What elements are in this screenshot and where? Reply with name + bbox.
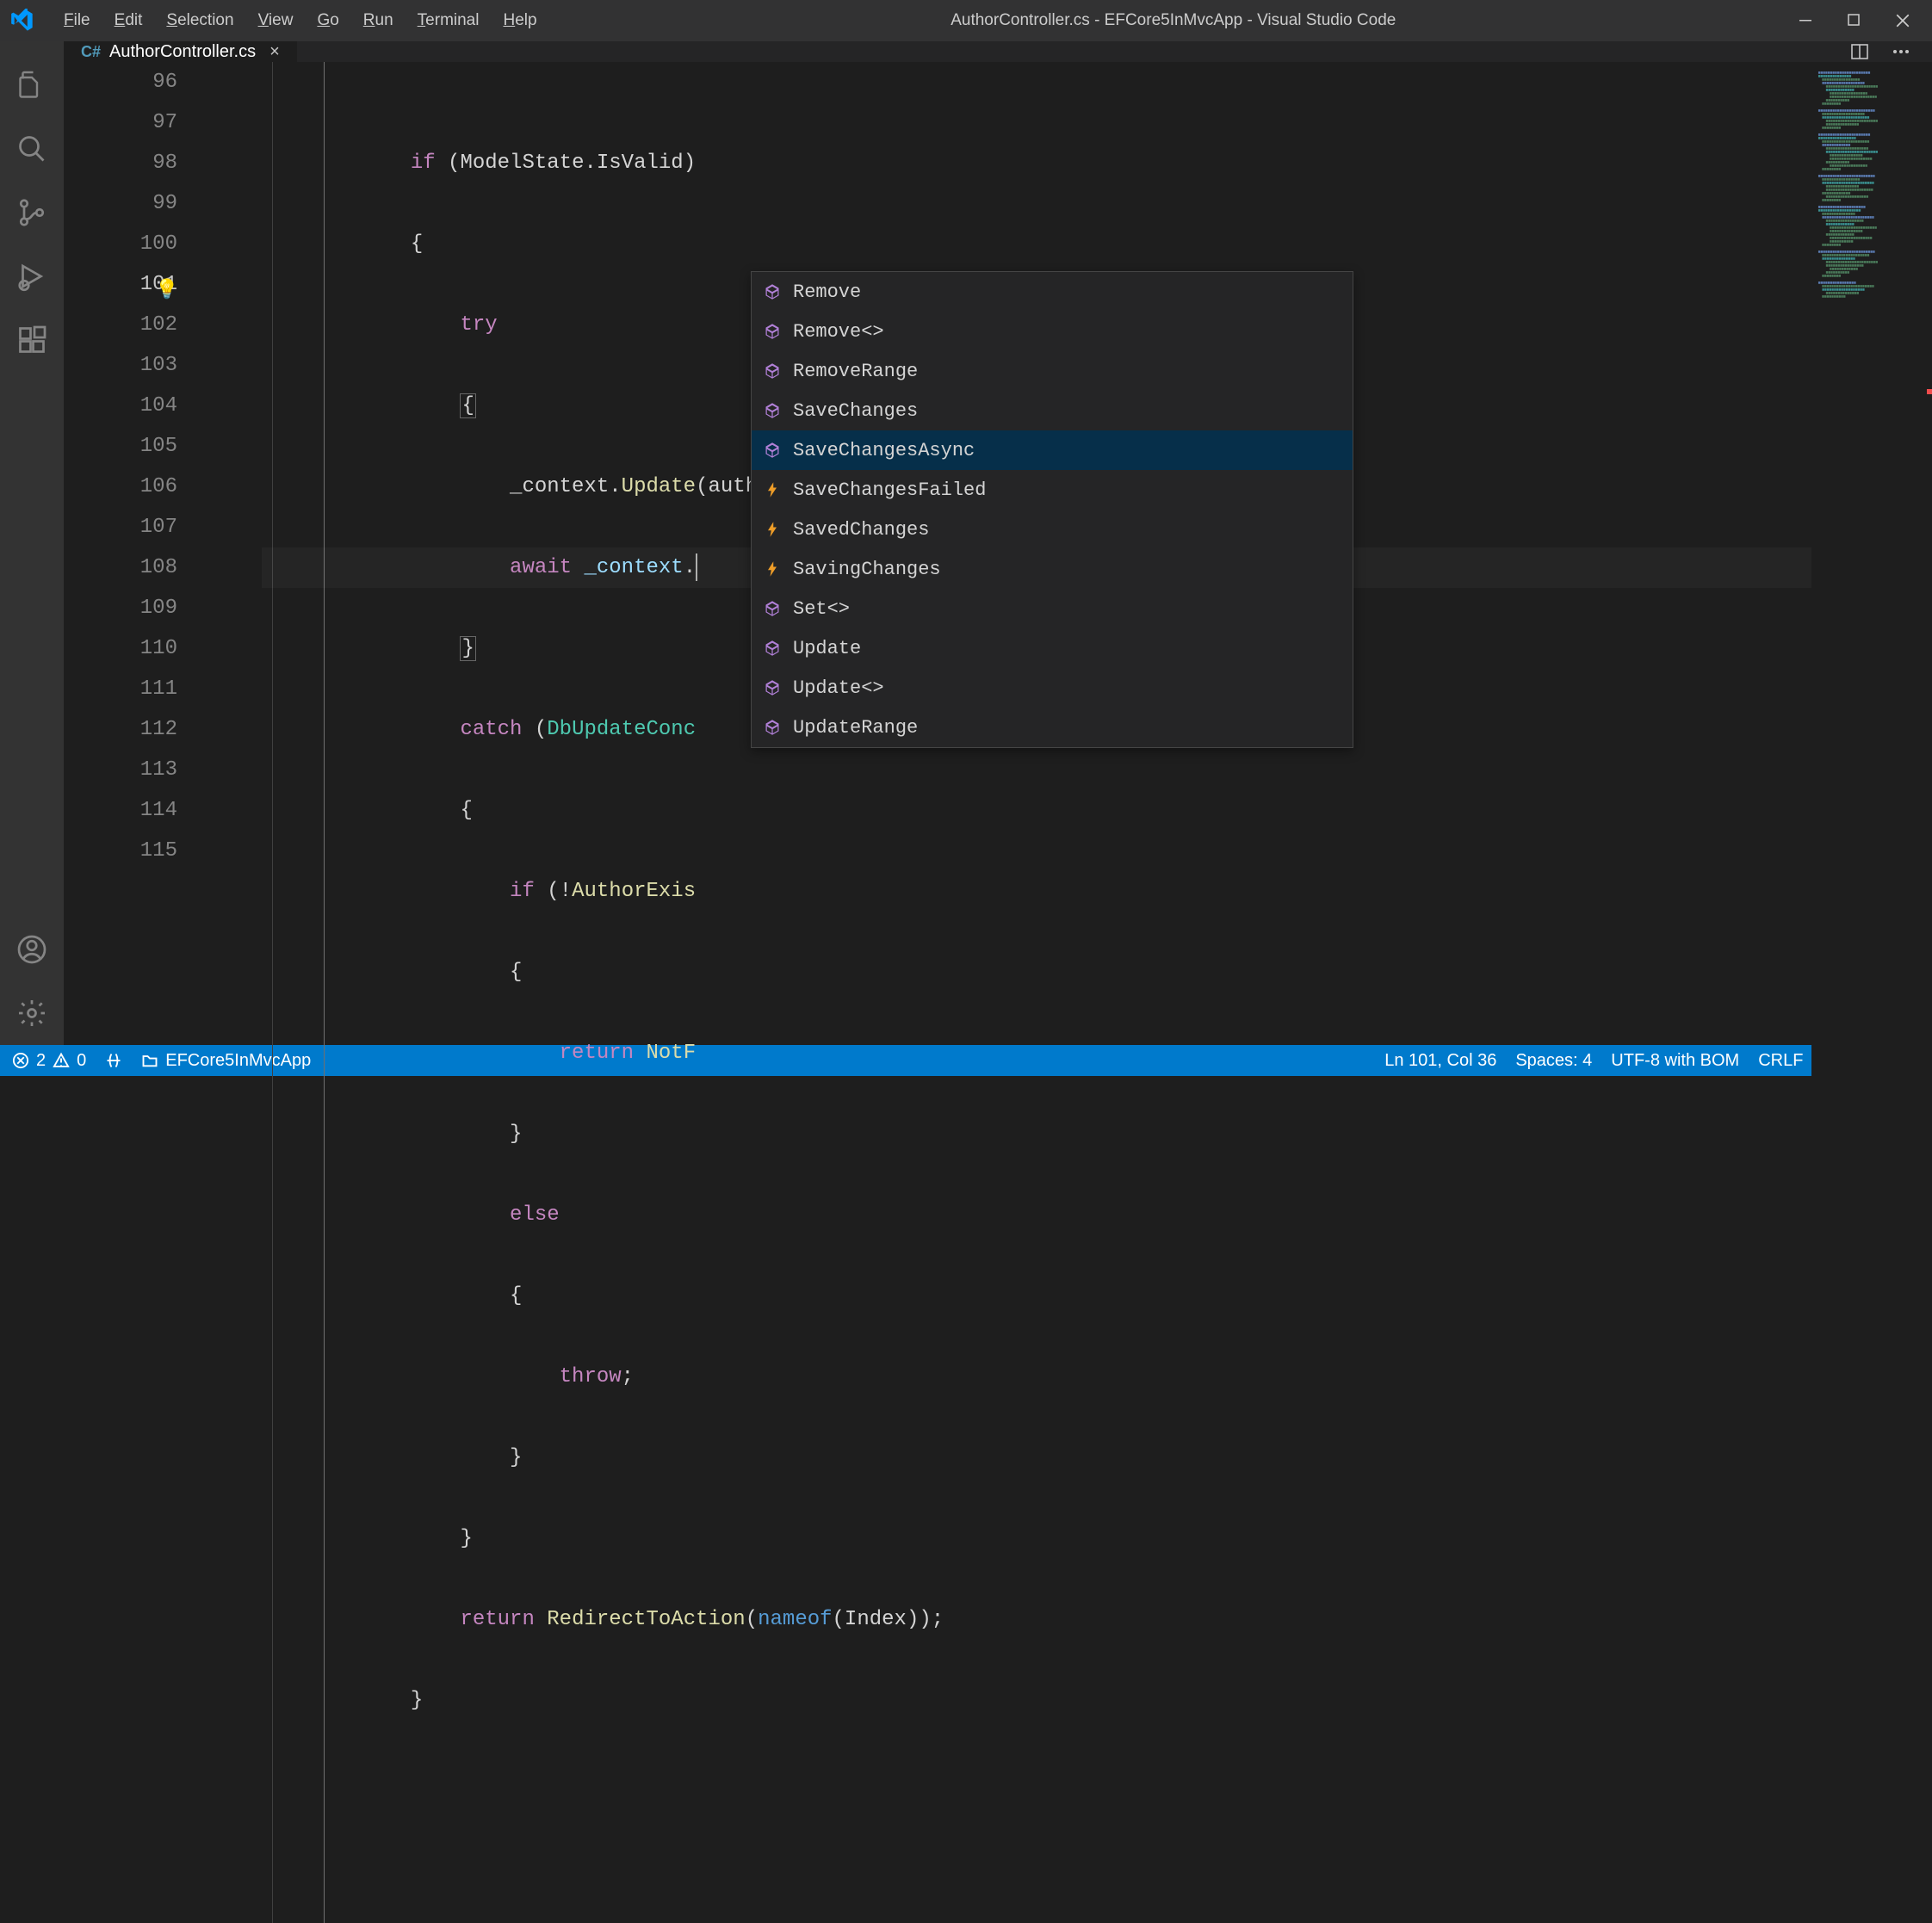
activity-bar — [0, 41, 64, 1045]
suggest-item[interactable]: SavedChanges — [752, 510, 1353, 549]
tab-close-icon[interactable]: × — [269, 42, 280, 62]
menu-view[interactable]: ViewView — [246, 6, 306, 35]
suggest-label: Update — [793, 628, 861, 669]
suggest-item[interactable]: SavingChanges — [752, 549, 1353, 589]
method-cube-icon — [762, 362, 783, 380]
suggest-label: SavedChanges — [793, 510, 929, 550]
accounts-icon[interactable] — [0, 918, 64, 981]
menu-terminal[interactable]: TerminalTerminal — [406, 6, 492, 35]
window-controls — [1798, 12, 1922, 29]
minimap[interactable]: ▆▆▆▆▆▆▆▆▆▆▆▆▆▆▆▆▆▆▆▆▆▆ ▆▆▆▆▆▆▆▆▆▆▆▆▆▆ ▆▆… — [1811, 62, 1932, 1923]
tab-authorcontroller[interactable]: C# AuthorController.cs × — [64, 41, 298, 62]
suggest-item[interactable]: Update — [752, 628, 1353, 668]
menu-help[interactable]: HelpHelp — [491, 6, 548, 35]
method-cube-icon — [762, 640, 783, 657]
method-cube-icon — [762, 600, 783, 617]
line-number-gutter: 96 97 98 99 100 101 102 103 104 105 106 … — [64, 62, 210, 1923]
suggest-label: UpdateRange — [793, 708, 918, 748]
suggest-item[interactable]: Remove<> — [752, 312, 1353, 351]
suggest-label: SaveChangesAsync — [793, 430, 975, 471]
menu-run[interactable]: RunRun — [351, 6, 406, 35]
run-debug-icon[interactable] — [0, 244, 64, 308]
search-icon[interactable] — [0, 117, 64, 181]
method-cube-icon — [762, 679, 783, 696]
minimap-error-marker — [1927, 389, 1932, 394]
suggest-item[interactable]: RemoveRange — [752, 351, 1353, 391]
suggest-item[interactable]: Set<> — [752, 589, 1353, 628]
method-cube-icon — [762, 283, 783, 300]
suggest-item[interactable]: UpdateRange — [752, 708, 1353, 747]
text-cursor — [696, 553, 697, 581]
tab-bar: C# AuthorController.cs × — [64, 41, 1932, 62]
explorer-icon[interactable] — [0, 53, 64, 117]
csharp-file-icon: C# — [81, 43, 101, 61]
window-title: AuthorController.cs - EFCore5InMvcApp - … — [549, 11, 1798, 30]
close-button[interactable] — [1894, 12, 1911, 29]
suggest-item[interactable]: SaveChanges — [752, 391, 1353, 430]
minimize-button[interactable] — [1798, 12, 1815, 29]
settings-gear-icon[interactable] — [0, 981, 64, 1045]
suggest-label: Set<> — [793, 589, 850, 629]
suggest-label: RemoveRange — [793, 351, 918, 392]
suggest-label: SavingChanges — [793, 549, 941, 590]
suggest-label: SaveChanges — [793, 391, 918, 431]
menu-edit[interactable]: EditEdit — [102, 6, 155, 35]
method-cube-icon — [762, 442, 783, 459]
split-editor-icon[interactable] — [1849, 41, 1870, 62]
extensions-icon[interactable] — [0, 308, 64, 372]
code-content[interactable]: 💡 if (ModelState.IsValid) { try { _conte… — [210, 62, 1811, 1923]
menu-go[interactable]: GoGo — [305, 6, 350, 35]
event-icon — [762, 521, 783, 538]
vscode-logo-icon — [10, 9, 34, 33]
suggest-label: Update<> — [793, 668, 884, 708]
suggest-item[interactable]: Update<> — [752, 668, 1353, 708]
event-icon — [762, 481, 783, 498]
suggest-label: Remove — [793, 272, 861, 312]
more-actions-icon[interactable] — [1891, 41, 1911, 62]
title-bar: FFileile EditEdit SelectionSelection Vie… — [0, 0, 1932, 41]
menu-bar: FFileile EditEdit SelectionSelection Vie… — [52, 6, 549, 35]
menu-file[interactable]: FFileile — [52, 6, 102, 35]
source-control-icon[interactable] — [0, 181, 64, 244]
event-icon — [762, 560, 783, 578]
suggest-item[interactable]: SaveChangesFailed — [752, 470, 1353, 510]
method-cube-icon — [762, 402, 783, 419]
intellisense-suggest[interactable]: RemoveRemove<>RemoveRangeSaveChangesSave… — [751, 271, 1353, 748]
suggest-label: SaveChangesFailed — [793, 470, 986, 510]
maximize-button[interactable] — [1846, 12, 1863, 29]
tab-label: AuthorController.cs — [109, 42, 256, 62]
suggest-item[interactable]: SaveChangesAsync — [752, 430, 1353, 470]
lightbulb-icon[interactable]: 💡 — [155, 270, 178, 311]
method-cube-icon — [762, 719, 783, 736]
menu-selection[interactable]: SelectionSelection — [154, 6, 245, 35]
code-editor[interactable]: 96 97 98 99 100 101 102 103 104 105 106 … — [64, 62, 1932, 1923]
method-cube-icon — [762, 323, 783, 340]
suggest-item[interactable]: Remove — [752, 272, 1353, 312]
suggest-label: Remove<> — [793, 312, 884, 352]
